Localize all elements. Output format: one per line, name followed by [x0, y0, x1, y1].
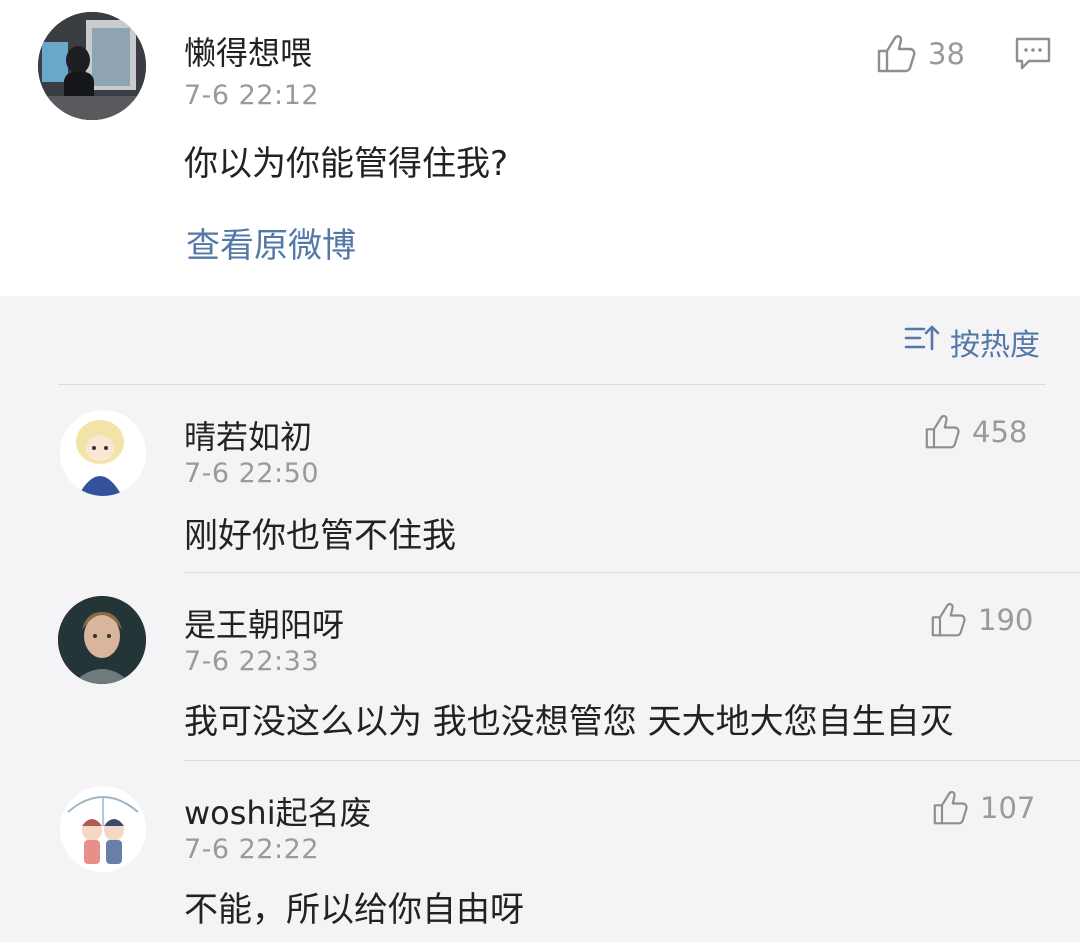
post-author[interactable]: 懒得想喂 — [184, 28, 312, 74]
avatar[interactable] — [38, 12, 146, 120]
comment-like-count: 190 — [978, 603, 1034, 637]
avatar[interactable] — [60, 786, 146, 872]
divider — [184, 572, 1080, 573]
avatar[interactable] — [60, 410, 146, 496]
comment-time: 7-6 22:33 — [184, 646, 319, 677]
comment-author[interactable]: 是王朝阳呀 — [184, 600, 344, 646]
divider — [58, 384, 1046, 385]
sort-icon — [904, 323, 940, 361]
thumbs-up-icon — [932, 790, 970, 826]
post-time: 7-6 22:12 — [184, 80, 319, 111]
sort-label: 按热度 — [950, 328, 1040, 363]
post-text: 你以为你能管得住我? — [184, 144, 509, 184]
thumbs-up-icon — [876, 34, 918, 74]
thumbs-up-icon — [930, 602, 968, 638]
sort-toggle[interactable]: 按热度 — [904, 320, 1040, 364]
comment-icon[interactable] — [1014, 36, 1052, 76]
comment-text: 刚好你也管不住我 — [184, 516, 456, 556]
divider — [184, 760, 1080, 761]
avatar[interactable] — [58, 596, 146, 684]
view-original-link[interactable]: 查看原微博 — [186, 218, 356, 267]
comment-author[interactable]: woshi起名废 — [184, 788, 372, 834]
comment-time: 7-6 22:50 — [184, 458, 319, 489]
comment-like-count: 107 — [980, 791, 1036, 825]
post-like-button[interactable]: 38 — [876, 34, 965, 74]
comment-like-button[interactable]: 190 — [930, 602, 1033, 638]
comment-like-button[interactable]: 107 — [932, 790, 1035, 826]
comment-time: 7-6 22:22 — [184, 834, 319, 865]
post-like-count: 38 — [928, 37, 965, 71]
post-card: 懒得想喂 7-6 22:12 你以为你能管得住我? 查看原微博 38 — [0, 0, 1080, 296]
comment-text: 我可没这么以为 我也没想管您 天大地大您自生自灭 — [184, 702, 954, 742]
comment-like-button[interactable]: 458 — [924, 414, 1027, 450]
comment-like-count: 458 — [972, 415, 1028, 449]
comment-author[interactable]: 晴若如初 — [184, 412, 312, 458]
thumbs-up-icon — [924, 414, 962, 450]
comment-text: 不能，所以给你自由呀 — [184, 890, 524, 930]
